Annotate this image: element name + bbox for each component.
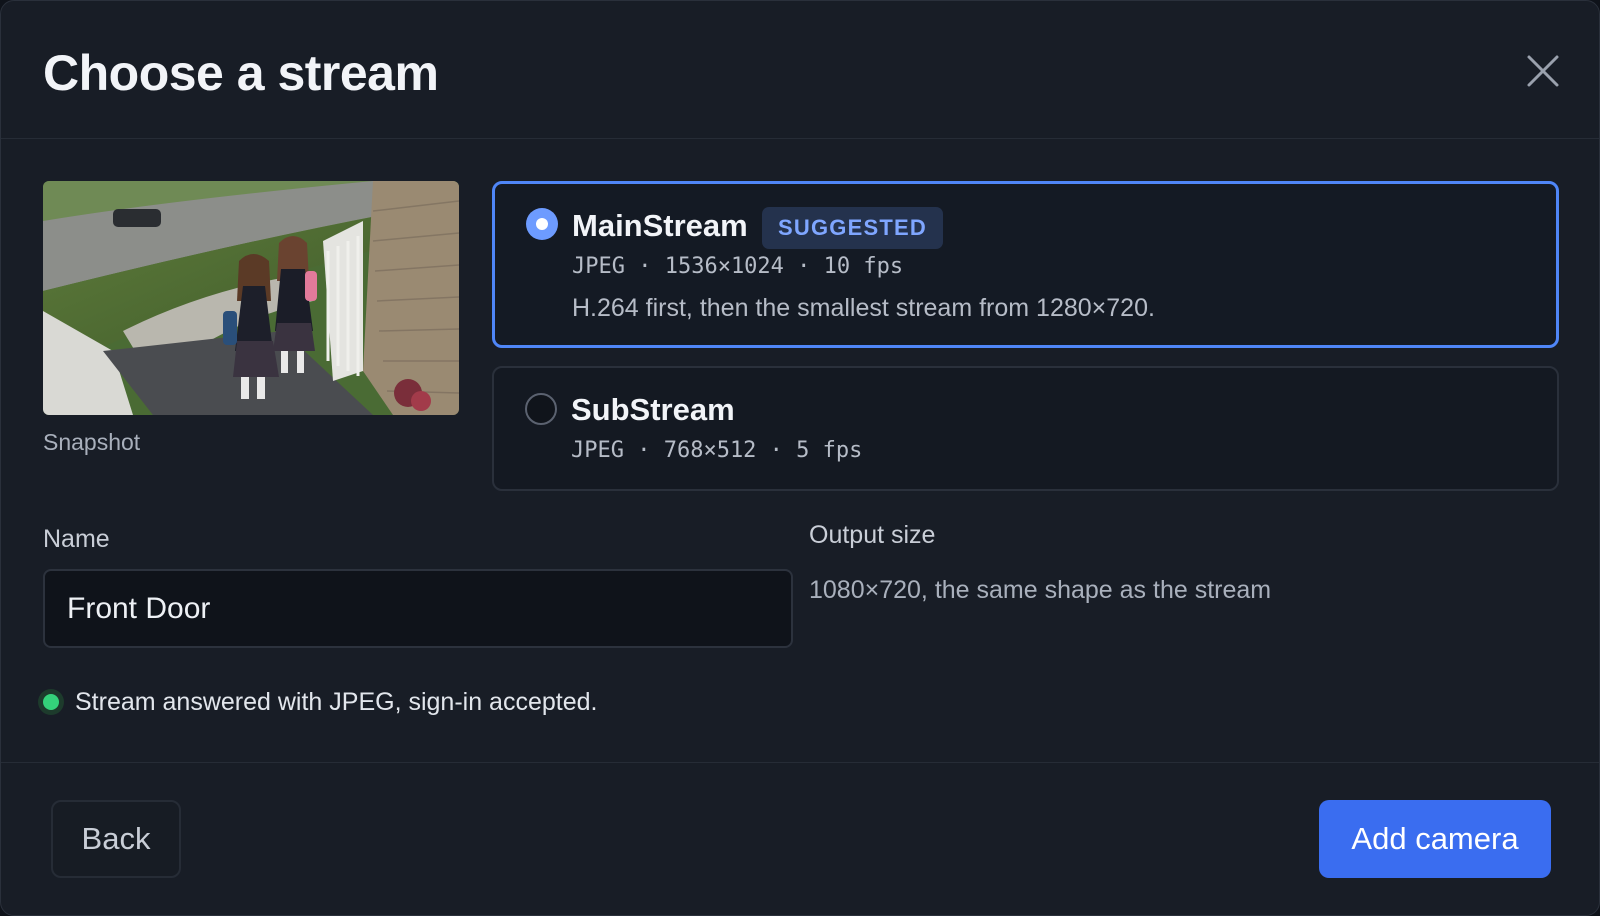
footer-divider [1,762,1599,763]
stream-option-mainstream[interactable]: MainStream SUGGESTED JPEG · 1536×1024 · … [492,181,1559,348]
name-label: Name [43,525,110,553]
status-message: Stream answered with JPEG, sign-in accep… [75,688,598,716]
snapshot-label: Snapshot [43,429,141,455]
status-indicator-icon [38,689,64,715]
output-size-value: 1080×720, the same shape as the stream [809,576,1272,604]
output-size-label: Output size [809,521,936,549]
name-input[interactable] [43,569,793,648]
snapshot-image [43,181,459,415]
choose-stream-dialog: Choose a stream Snapshot MainStream SUGG… [0,0,1600,916]
add-camera-button[interactable]: Add camera [1319,800,1551,878]
close-icon [1527,55,1559,87]
stream-meta: JPEG · 768×512 · 5 fps [571,438,863,463]
stream-option-substream[interactable]: SubStream JPEG · 768×512 · 5 fps [492,366,1559,491]
dialog-title: Choose a stream [43,45,439,101]
stream-note: H.264 first, then the smallest stream fr… [572,294,1155,322]
suggested-badge: SUGGESTED [762,207,943,249]
radio-substream[interactable] [525,393,557,425]
radio-mainstream[interactable] [526,208,558,240]
stream-name: MainStream [572,208,748,243]
stream-meta: JPEG · 1536×1024 · 10 fps [572,254,904,279]
back-button[interactable]: Back [51,800,181,878]
dialog-header: Choose a stream [1,1,1599,139]
stream-name: SubStream [571,392,735,427]
close-button[interactable] [1525,53,1561,89]
